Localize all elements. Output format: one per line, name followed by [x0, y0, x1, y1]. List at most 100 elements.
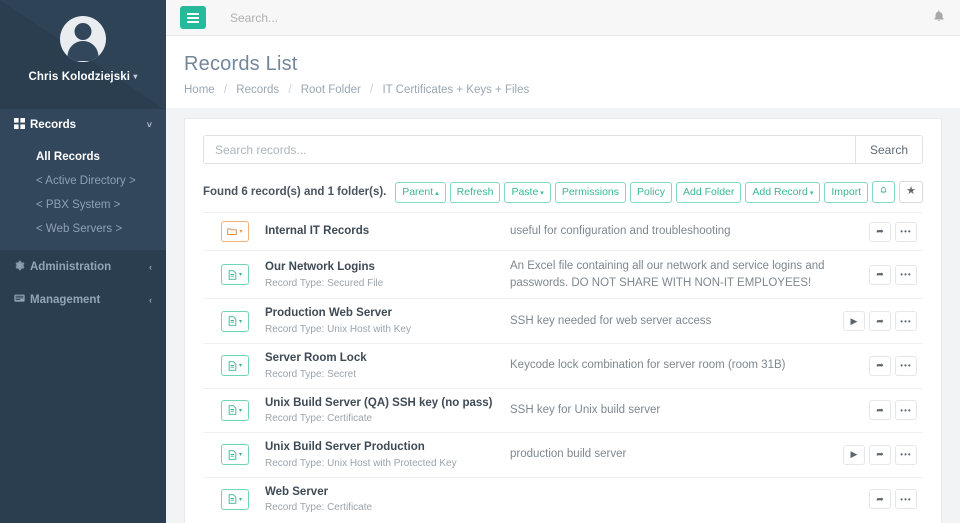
- caret-down-icon: ▾: [239, 407, 242, 414]
- caret-down-icon: ▾: [239, 271, 242, 278]
- file-icon[interactable]: ▾: [221, 489, 249, 510]
- record-type: Record Type: Unix Host with Key: [265, 323, 510, 336]
- sidebar-subitem-pbx-system[interactable]: < PBX System >: [0, 193, 166, 217]
- file-icon[interactable]: ▾: [221, 264, 249, 285]
- table-row[interactable]: ▾ Our Network Logins Record Type: Secure…: [203, 250, 923, 298]
- record-name[interactable]: Unix Build Server (QA) SSH key (no pass): [265, 396, 510, 412]
- breadcrumb-separator: /: [224, 84, 227, 96]
- record-name[interactable]: Web Server: [265, 485, 510, 501]
- record-type: Record Type: Unix Host with Protected Ke…: [265, 457, 510, 470]
- sidebar-profile[interactable]: Chris Kolodziejski ▾: [0, 0, 166, 95]
- breadcrumb-item-home[interactable]: Home: [184, 84, 215, 96]
- folder-icon[interactable]: ▾: [221, 221, 249, 242]
- record-name[interactable]: Unix Build Server Production: [265, 440, 510, 456]
- records-toolbar: Found 6 record(s) and 1 folder(s). Paren…: [203, 181, 923, 203]
- record-type: Record Type: Secret: [265, 368, 510, 381]
- table-row[interactable]: ▾ Unix Build Server Production Record Ty…: [203, 432, 923, 477]
- share-icon[interactable]: ➦: [869, 445, 891, 465]
- record-description: production build server: [510, 446, 843, 463]
- row-actions: ➦ •••: [843, 400, 917, 420]
- record-main: Web Server Record Type: Certificate: [265, 485, 510, 515]
- share-icon[interactable]: ➦: [869, 489, 891, 509]
- table-row[interactable]: ▾ Internal IT Records useful for configu…: [203, 212, 923, 250]
- sidebar-management-label: Management: [30, 294, 149, 306]
- record-name[interactable]: Server Room Lock: [265, 351, 510, 367]
- parent-button[interactable]: Parent▴: [395, 182, 445, 203]
- caret-down-icon: ▾: [239, 318, 242, 325]
- record-description: An Excel file containing all our network…: [510, 258, 843, 291]
- alerts-bell-button[interactable]: [872, 181, 895, 203]
- record-type: Record Type: Certificate: [265, 501, 510, 514]
- caret-down-icon: ▾: [239, 451, 242, 458]
- policy-button[interactable]: Policy: [630, 182, 672, 203]
- global-search-input[interactable]: [230, 11, 470, 25]
- caret-down-icon: ▾: [810, 190, 814, 197]
- more-options-icon[interactable]: •••: [895, 222, 917, 242]
- table-row[interactable]: ▾ Web Server Record Type: Certificate ➦ …: [203, 477, 923, 522]
- breadcrumb-item-records[interactable]: Records: [236, 84, 279, 96]
- record-description: SSH key needed for web server access: [510, 313, 843, 330]
- launch-icon[interactable]: ▶: [843, 445, 865, 465]
- sidebar-item-management[interactable]: Management ‹: [0, 283, 166, 316]
- chevron-down-icon: ˅: [147, 120, 152, 130]
- breadcrumb-item-root-folder[interactable]: Root Folder: [301, 84, 361, 96]
- record-name[interactable]: Internal IT Records: [265, 224, 510, 240]
- record-main: Internal IT Records: [265, 224, 510, 240]
- file-icon[interactable]: ▾: [221, 400, 249, 421]
- favorite-star-button[interactable]: ★: [899, 181, 923, 203]
- permissions-button[interactable]: Permissions: [555, 182, 626, 203]
- more-options-icon[interactable]: •••: [895, 489, 917, 509]
- breadcrumb: Home / Records / Root Folder / IT Certif…: [184, 84, 942, 108]
- sidebar-administration-label: Administration: [30, 261, 149, 273]
- share-icon[interactable]: ➦: [869, 222, 891, 242]
- breadcrumb-item-current: IT Certificates + Keys + Files: [382, 84, 529, 96]
- caret-up-icon: ▴: [435, 190, 439, 197]
- main-area: Records List Home / Records / Root Folde…: [166, 0, 960, 523]
- table-row[interactable]: ▾ Production Web Server Record Type: Uni…: [203, 298, 923, 343]
- record-main: Production Web Server Record Type: Unix …: [265, 306, 510, 336]
- add-record-button[interactable]: Add Record▾: [745, 182, 820, 203]
- record-description: Keycode lock combination for server room…: [510, 357, 843, 374]
- row-actions: ➦ •••: [843, 222, 917, 242]
- file-icon[interactable]: ▾: [221, 311, 249, 332]
- hamburger-icon[interactable]: [180, 6, 206, 29]
- share-icon[interactable]: ➦: [869, 311, 891, 331]
- paste-button[interactable]: Paste▾: [504, 182, 550, 203]
- share-icon[interactable]: ➦: [869, 265, 891, 285]
- caret-down-icon: ▾: [239, 362, 242, 369]
- paste-button-label: Paste: [511, 186, 538, 198]
- found-count-text: Found 6 record(s) and 1 folder(s).: [203, 186, 386, 198]
- refresh-button[interactable]: Refresh: [450, 182, 501, 203]
- caret-down-icon: ▾: [239, 228, 242, 235]
- more-options-icon[interactable]: •••: [895, 265, 917, 285]
- record-name[interactable]: Our Network Logins: [265, 260, 510, 276]
- more-options-icon[interactable]: •••: [895, 311, 917, 331]
- add-folder-button[interactable]: Add Folder: [676, 182, 741, 203]
- search-button[interactable]: Search: [855, 136, 922, 163]
- page-header: Records List Home / Records / Root Folde…: [166, 36, 960, 108]
- profile-name-row[interactable]: Chris Kolodziejski ▾: [0, 71, 166, 83]
- sidebar-subitem-active-directory[interactable]: < Active Directory >: [0, 169, 166, 193]
- gear-icon: [14, 260, 30, 274]
- sidebar-subitem-all-records[interactable]: All Records: [0, 145, 166, 169]
- notification-bell-icon[interactable]: [932, 9, 946, 26]
- share-icon[interactable]: ➦: [869, 400, 891, 420]
- search-records-input[interactable]: [204, 136, 855, 163]
- sidebar-item-records[interactable]: Records ˅: [0, 109, 166, 140]
- avatar: [60, 16, 106, 62]
- sidebar-item-administration[interactable]: Administration ‹: [0, 250, 166, 283]
- record-name[interactable]: Production Web Server: [265, 306, 510, 322]
- more-options-icon[interactable]: •••: [895, 356, 917, 376]
- table-row[interactable]: ▾ Unix Build Server (QA) SSH key (no pas…: [203, 388, 923, 433]
- table-row[interactable]: ▾ Server Room Lock Record Type: Secret K…: [203, 343, 923, 388]
- more-options-icon[interactable]: •••: [895, 400, 917, 420]
- file-icon[interactable]: ▾: [221, 444, 249, 465]
- more-options-icon[interactable]: •••: [895, 445, 917, 465]
- record-type: Record Type: Secured File: [265, 277, 510, 290]
- file-icon[interactable]: ▾: [221, 355, 249, 376]
- launch-icon[interactable]: ▶: [843, 311, 865, 331]
- share-icon[interactable]: ➦: [869, 356, 891, 376]
- sidebar-subitem-web-servers[interactable]: < Web Servers >: [0, 217, 166, 241]
- import-button[interactable]: Import: [824, 182, 868, 203]
- record-description: useful for configuration and troubleshoo…: [510, 223, 843, 240]
